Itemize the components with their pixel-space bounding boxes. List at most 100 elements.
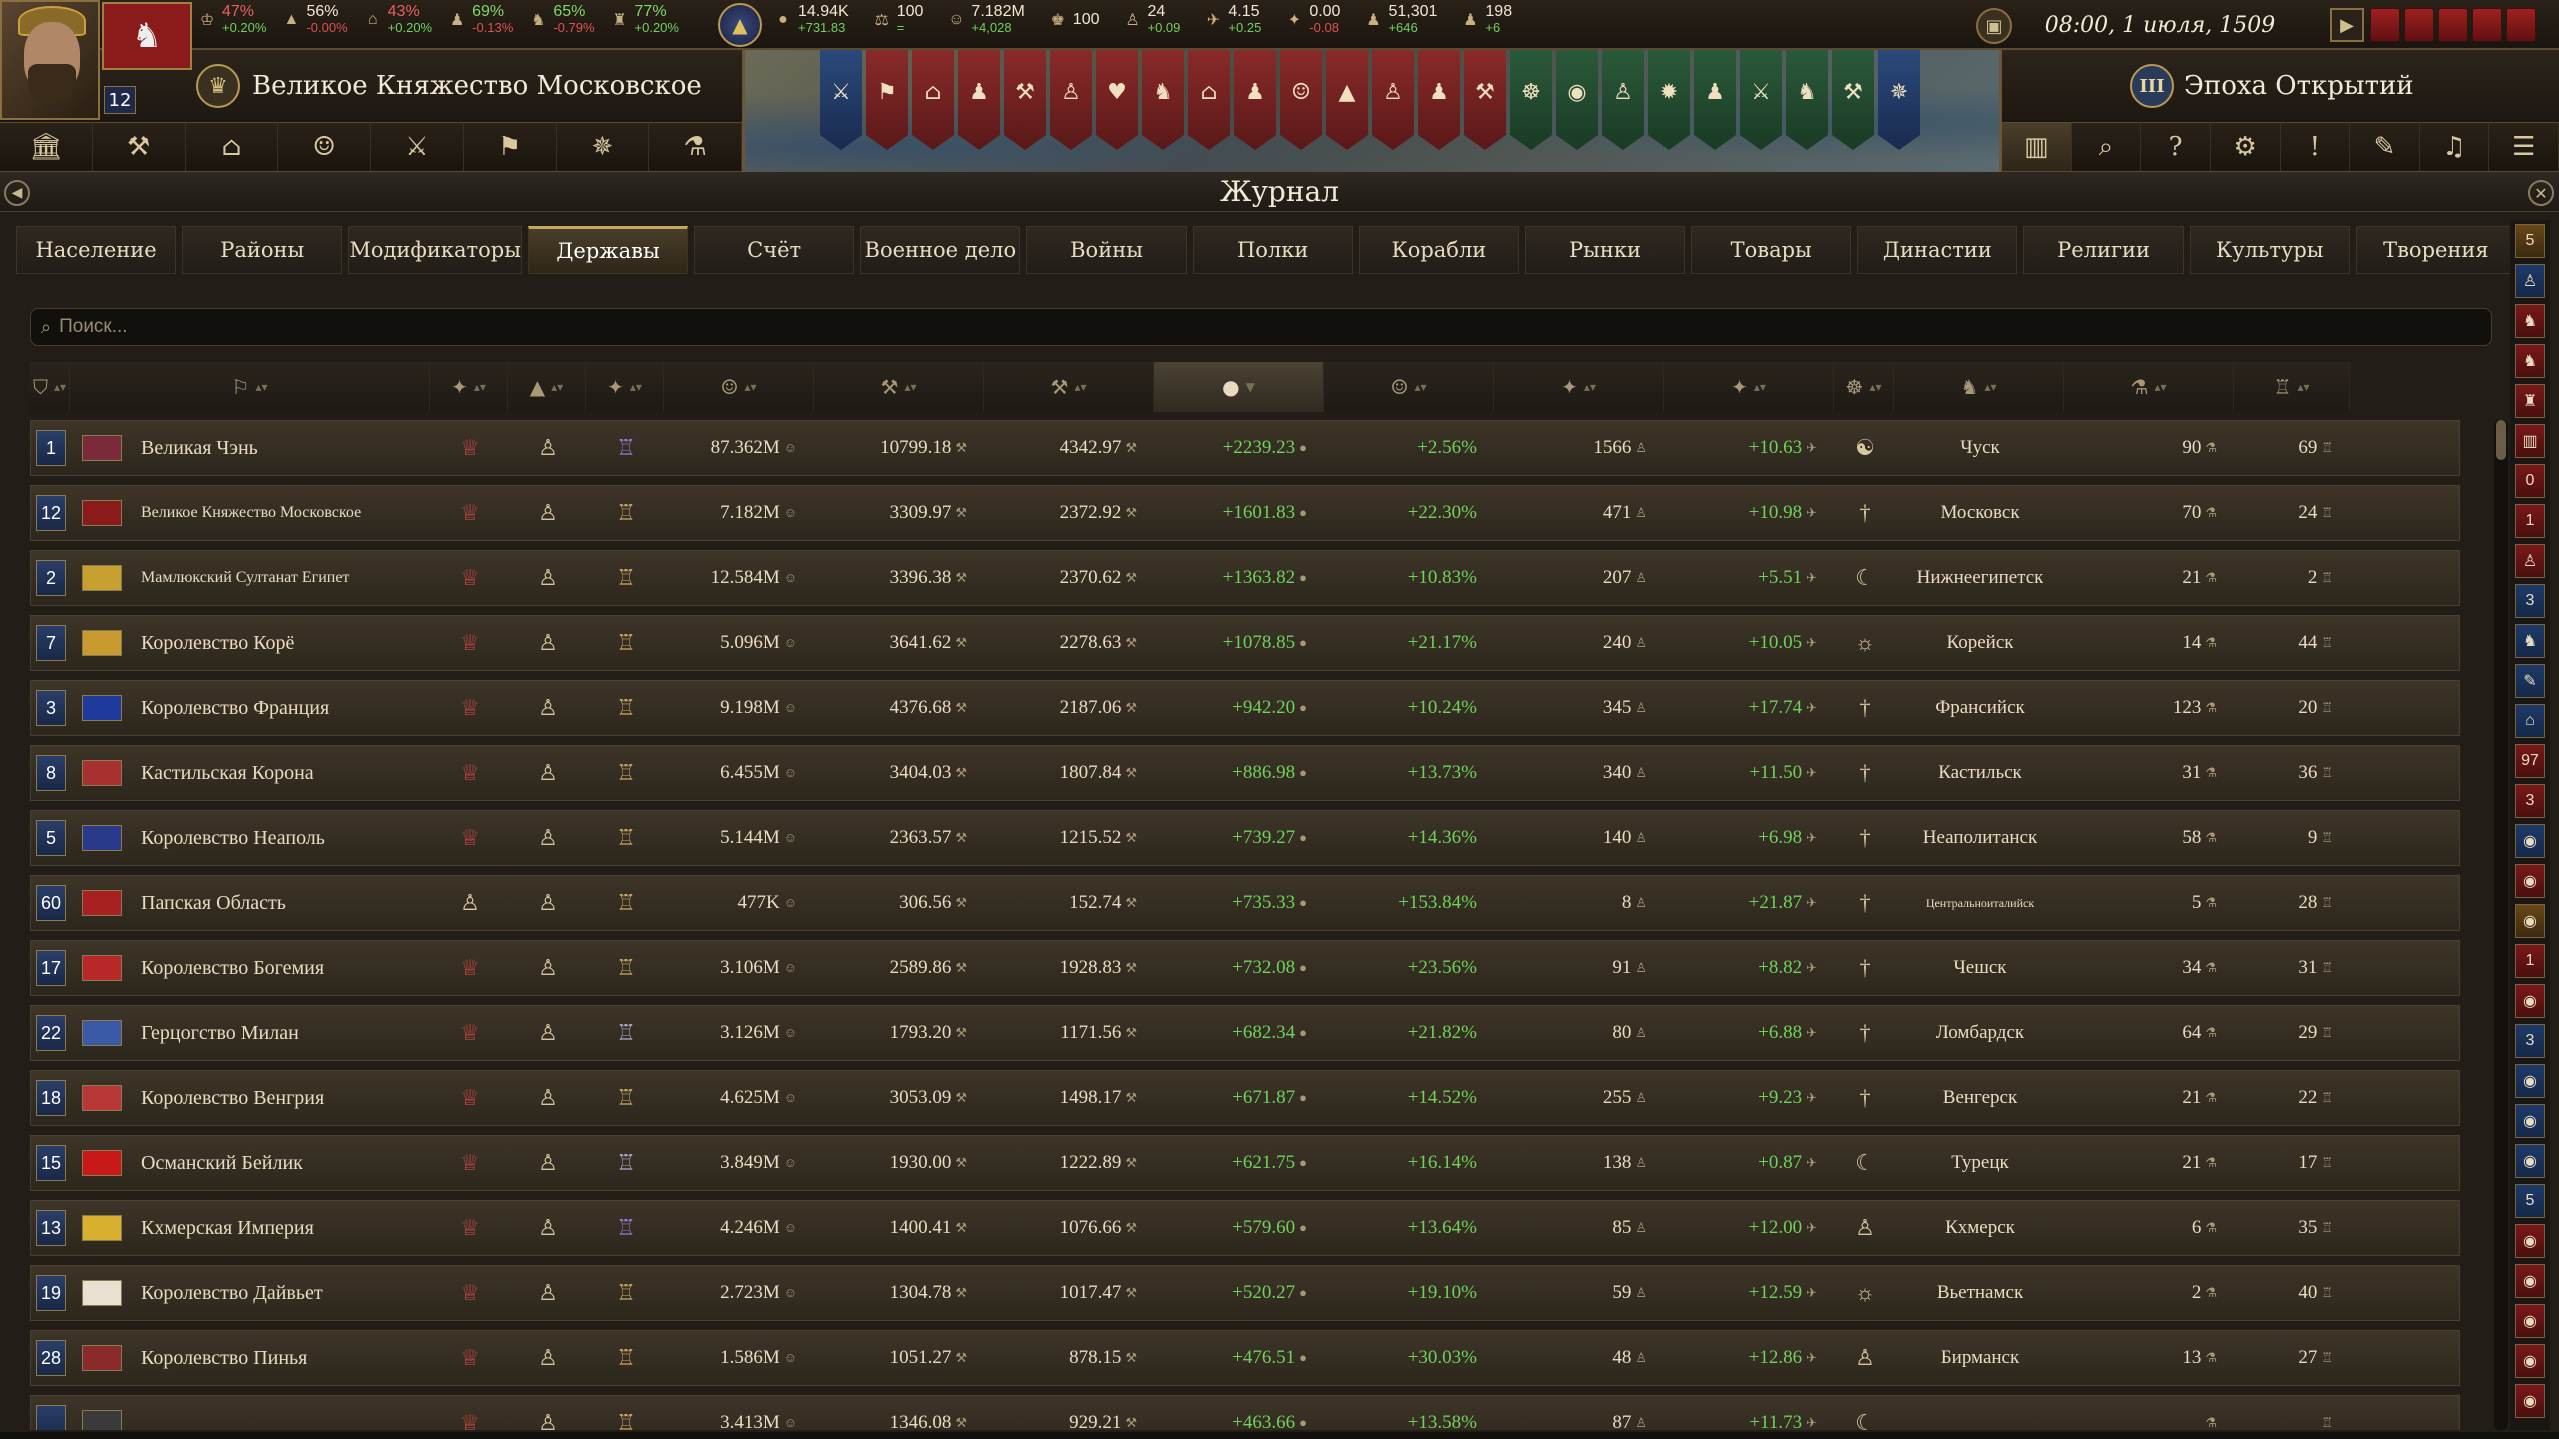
sidebar-alert[interactable]: ◉ [2515,864,2545,898]
stat-power[interactable]: ♜ 77% +0.20% [609,4,679,36]
search-bar[interactable]: ⌕ [30,308,2492,346]
sidebar-alert[interactable]: ▥ [2515,424,2545,458]
scrollbar[interactable] [2494,420,2508,1430]
alert-banner[interactable]: ⚔ [820,50,862,150]
buildings-icon[interactable]: ⌂ [186,123,279,171]
table-row[interactable]: 60 Папская Область ♙ ♙ ♖ 477K ☺ 306.56 ⚒ 152.74 ⚒ +… [30,875,2460,931]
stat-stability[interactable]: ♙ 24 +0.09 [1122,4,1180,36]
country-flag-icon[interactable] [82,1280,122,1306]
country-name[interactable]: Османский Бейлик [133,1135,431,1191]
column-header[interactable]: ⚐ ▴▾ [70,362,430,412]
sidebar-alert[interactable]: ♙ [2515,544,2545,578]
sidebar-alert[interactable]: ◉ [2515,1144,2545,1178]
help-icon[interactable]: ? [2141,123,2211,171]
table-row[interactable]: 19 Королевство Дайвьет ♕ ♙ ♖ 2.723M ☺ 1304.78 ⚒ 1… [30,1265,2460,1321]
journal-icon[interactable]: ▥ [2002,123,2072,171]
country-flag-icon[interactable] [82,890,122,916]
sidebar-alert[interactable]: 97 [2515,744,2545,778]
country-name[interactable]: Великое Княжество Московское [133,485,431,541]
alert-banner[interactable]: ✵ [1878,50,1920,150]
country-name[interactable]: Королевство Дайвьет [133,1265,431,1321]
alert-banner[interactable]: ♙ [1050,50,1092,150]
column-header[interactable]: ▲ ▴▾ [508,362,586,412]
stat-prestige[interactable]: ✈ 4.15 +0.25 [1202,4,1262,36]
sidebar-alert[interactable]: ◉ [2515,904,2545,938]
speed-pip[interactable] [2506,8,2536,42]
stat-group[interactable]: ♞ 65% -0.79% [527,4,594,36]
sidebar-alert[interactable]: ⌂ [2515,704,2545,738]
ruler-portrait[interactable] [0,0,100,120]
stat-crown[interactable]: ♔ 47% +0.20% [196,4,267,36]
alert-banner[interactable]: ⚒ [1464,50,1506,150]
tab-2[interactable]: Модификаторы [348,226,522,274]
tab-4[interactable]: Счёт [694,226,855,274]
sidebar-alert[interactable]: 5 [2515,1184,2545,1218]
tab-13[interactable]: Культуры [2189,226,2350,274]
sidebar-alert[interactable]: ◉ [2515,1064,2545,1098]
country-flag-icon[interactable] [82,435,122,461]
back-icon[interactable]: ◀ [4,180,30,206]
sidebar-alert[interactable]: ♜ [2515,384,2545,418]
diplomacy-icon[interactable]: ☺ [278,123,371,171]
stat-war-exhaustion[interactable]: ✦ 0.00 -0.08 [1283,4,1341,36]
alert-banner[interactable]: ♥ [1096,50,1138,150]
stat-population[interactable]: ☺ 7.182M +4,028 [945,4,1025,36]
alert-banner[interactable]: ⌂ [1188,50,1230,150]
age-bar[interactable]: III Эпоха Открытий [2002,62,2542,110]
stat-troops[interactable]: ♟ 51,301 +646 [1362,4,1437,36]
religion-icon[interactable]: ✵ [557,123,650,171]
table-row[interactable]: 8 Кастильская Корона ♕ ♙ ♖ 6.455M ☺ 3404.03 ⚒ 180… [30,745,2460,801]
speed-pip[interactable] [2370,8,2400,42]
sidebar-alert[interactable]: 5 [2515,224,2545,258]
country-flag-icon[interactable] [82,500,122,526]
alert-banner[interactable]: ♟ [1694,50,1736,150]
country-flag-icon[interactable] [82,1150,122,1176]
table-row[interactable]: 3 Королевство Франция ♕ ♙ ♖ 9.198M ☺ 4376.68 ⚒ 21… [30,680,2460,736]
table-row[interactable]: 2 Мамлюкский Султанат Египет ♕ ♙ ♖ 12.584M ☺ 33… [30,550,2460,606]
table-row[interactable]: 13 Кхмерская Империя ♕ ♙ ♖ 4.246M ☺ 1400.41 ⚒ 107… [30,1200,2460,1256]
column-header[interactable]: ☺ ▴▾ [664,362,814,412]
sidebar-alert[interactable]: ◉ [2515,1264,2545,1298]
column-header[interactable]: ☸ ▴▾ [1834,362,1894,412]
column-header[interactable]: ✦ ▴▾ [1494,362,1664,412]
table-row[interactable]: 17 Королевство Богемия ♕ ♙ ♖ 3.106M ☺ 2589.86 ⚒ 1… [30,940,2460,996]
alert-banner[interactable]: ♙ [1372,50,1414,150]
alert-banner[interactable]: ♞ [1142,50,1184,150]
search-map-icon[interactable]: ⌕ [2072,123,2142,171]
table-row[interactable]: 1 Великая Чэнь ♕ ♙ ♖ 87.362M ☺ 10799.18 ⚒ 4342.97… [30,420,2460,476]
country-flag-icon[interactable] [82,1215,122,1241]
table-row[interactable]: 7 Королевство Корё ♕ ♙ ♖ 5.096M ☺ 3641.62 ⚒ 2278.… [30,615,2460,671]
tab-3[interactable]: Державы [527,226,689,274]
military-icon[interactable]: ⚔ [371,123,464,171]
sidebar-alert[interactable]: ✎ [2515,664,2545,698]
country-name[interactable]: Кастильская Корона [133,745,431,801]
country-name[interactable]: Королевство Венгрия [133,1070,431,1126]
speed-pip[interactable] [2438,8,2468,42]
alert-banner[interactable]: ⚑ [866,50,908,150]
alert-banner[interactable]: ✹ [1648,50,1690,150]
column-header[interactable]: ⚒ ▴▾ [814,362,984,412]
map-preview[interactable]: ⚔ ⚑ ⌂ ♟ ⚒ ♙ ♥ ♞ ⌂ ♟ ☺ ▲ ♙ ♟ ⚒ ☸ ◉ ♙ ✹ ♟ ⚔ ♞ ⚒ ✵ [742,50,2002,172]
column-header[interactable]: ✦ ▴▾ [430,362,508,412]
country-name[interactable]: Папская Область [133,875,431,931]
sidebar-alert[interactable]: 3 [2515,1024,2545,1058]
table-row[interactable]: 22 Герцогство Милан ♕ ♙ ♖ 3.126M ☺ 1793.20 ⚒ 1171… [30,1005,2460,1061]
country-name[interactable]: Мамлюкский Султанат Египет [133,550,431,606]
country-flag-icon[interactable] [82,1020,122,1046]
country-name[interactable]: Герцогство Милан [133,1005,431,1061]
sidebar-alert[interactable]: 1 [2515,944,2545,978]
sidebar-alert[interactable]: ◉ [2515,1104,2545,1138]
sidebar-alert[interactable]: ♞ [2515,344,2545,378]
stat-tent[interactable]: ▲ 56% -0.00% [280,4,348,36]
economy-icon[interactable]: ⚒ [93,123,186,171]
country-name[interactable]: Великая Чэнь [133,420,431,476]
country-name[interactable] [133,1395,431,1430]
tab-0[interactable]: Население [16,226,177,274]
column-header[interactable]: ⚒ ▴▾ [984,362,1154,412]
close-icon[interactable]: ✕ [2528,180,2554,206]
alert-banner[interactable]: ⌂ [912,50,954,150]
column-header[interactable]: ♖ ▴▾ [2234,362,2350,412]
country-flag-icon[interactable] [82,825,122,851]
sidebar-alert[interactable]: ♙ [2515,264,2545,298]
country-flag-icon[interactable] [82,1085,122,1111]
